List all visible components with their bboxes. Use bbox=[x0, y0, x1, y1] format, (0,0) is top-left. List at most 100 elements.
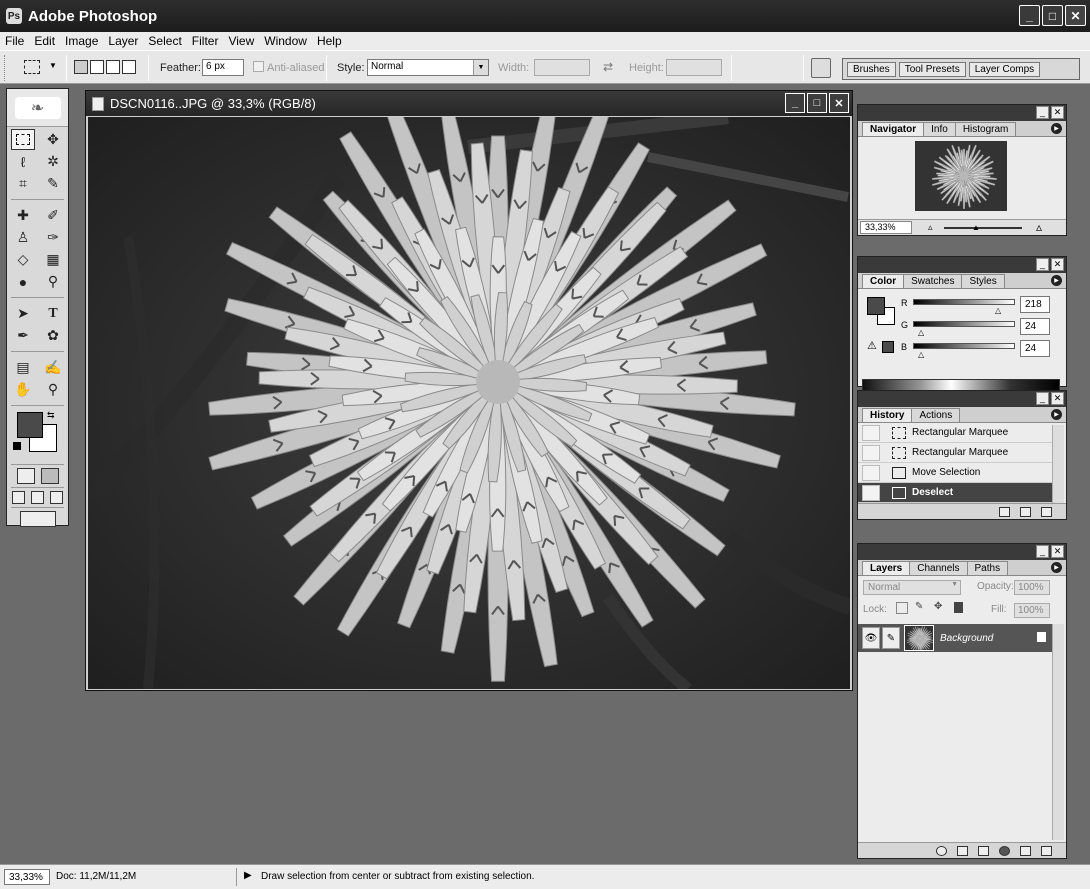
new-group-icon[interactable] bbox=[978, 845, 989, 856]
minimize-button[interactable]: _ bbox=[1019, 5, 1040, 26]
green-slider[interactable] bbox=[913, 321, 1015, 327]
layer-row[interactable]: 👁 ✎ Background bbox=[858, 624, 1052, 652]
marquee-preset-icon[interactable] bbox=[24, 60, 40, 74]
menu-layer[interactable]: Layer bbox=[108, 34, 138, 48]
document-minimize-button[interactable]: _ bbox=[785, 93, 805, 113]
navigator-zoom-input[interactable]: 33,33% bbox=[860, 221, 912, 234]
full-screen-menu-mode-icon[interactable] bbox=[31, 491, 44, 504]
tab-histogram[interactable]: Histogram bbox=[954, 122, 1017, 136]
menu-edit[interactable]: Edit bbox=[34, 34, 55, 48]
green-slider-knob-icon[interactable]: △ bbox=[918, 328, 924, 337]
status-menu-arrow-icon[interactable]: ▶ bbox=[244, 870, 252, 881]
history-source-checkbox[interactable] bbox=[862, 484, 880, 501]
canvas-image[interactable] bbox=[88, 117, 850, 689]
palette-well-tool-presets[interactable]: Tool Presets bbox=[898, 61, 966, 77]
panel-minimize-button[interactable]: _ bbox=[1036, 106, 1049, 119]
panel-minimize-button[interactable]: _ bbox=[1036, 545, 1049, 558]
delete-state-icon[interactable] bbox=[1041, 506, 1052, 517]
history-brush-tool-icon[interactable]: ✑ bbox=[41, 227, 65, 248]
tab-channels[interactable]: Channels bbox=[909, 561, 968, 575]
style-select[interactable]: Normal ▼ bbox=[367, 59, 489, 76]
intersect-selection-icon[interactable] bbox=[122, 60, 136, 74]
document-close-button[interactable]: ✕ bbox=[829, 93, 849, 113]
menu-file[interactable]: File bbox=[5, 34, 24, 48]
lock-image-icon[interactable]: ✎ bbox=[915, 601, 923, 612]
panel-menu-arrow-icon[interactable]: ▶ bbox=[1051, 123, 1062, 134]
gamut-warning-icon[interactable]: ⚠ bbox=[867, 339, 877, 352]
lock-transparent-icon[interactable] bbox=[896, 602, 908, 614]
zoom-tool-icon[interactable]: ⚲ bbox=[41, 379, 65, 400]
rectangular-marquee-tool-icon[interactable] bbox=[11, 129, 35, 150]
tab-paths[interactable]: Paths bbox=[966, 561, 1009, 575]
move-tool-icon[interactable]: ✥ bbox=[41, 129, 65, 150]
lock-position-icon[interactable]: ✥ bbox=[934, 601, 942, 612]
file-browser-icon[interactable] bbox=[811, 58, 831, 78]
history-source-checkbox[interactable] bbox=[862, 444, 880, 461]
custom-shape-tool-icon[interactable]: ✿ bbox=[41, 325, 65, 346]
green-value-input[interactable]: 24 bbox=[1020, 318, 1050, 335]
slice-tool-icon[interactable]: ✎ bbox=[41, 173, 65, 194]
path-selection-tool-icon[interactable]: ➤ bbox=[11, 303, 35, 324]
new-selection-icon[interactable] bbox=[74, 60, 88, 74]
panel-menu-arrow-icon[interactable]: ▶ bbox=[1051, 562, 1062, 573]
history-item[interactable]: Move Selection bbox=[858, 463, 1052, 483]
full-screen-mode-icon[interactable] bbox=[50, 491, 63, 504]
tab-info[interactable]: Info bbox=[923, 122, 956, 136]
history-source-checkbox[interactable] bbox=[862, 424, 880, 441]
panel-minimize-button[interactable]: _ bbox=[1036, 258, 1049, 271]
panel-minimize-button[interactable]: _ bbox=[1036, 392, 1049, 405]
swap-colors-icon[interactable]: ⇆ bbox=[47, 410, 55, 421]
navigator-thumbnail[interactable] bbox=[915, 141, 1007, 211]
new-document-from-state-icon[interactable] bbox=[999, 506, 1010, 517]
dodge-tool-icon[interactable]: ⚲ bbox=[41, 271, 65, 292]
palette-well-brushes[interactable]: Brushes bbox=[847, 61, 896, 77]
panel-header[interactable]: _ ✕ bbox=[858, 257, 1066, 273]
panel-menu-arrow-icon[interactable]: ▶ bbox=[1051, 275, 1062, 286]
feather-input[interactable]: 6 px bbox=[202, 59, 244, 76]
panel-header[interactable]: _ ✕ bbox=[858, 391, 1066, 407]
notes-tool-icon[interactable]: ▤ bbox=[11, 357, 35, 378]
hand-tool-icon[interactable]: ✋ bbox=[11, 379, 35, 400]
adobe-feather-logo-icon[interactable]: ❧ bbox=[14, 96, 61, 119]
history-item-selected[interactable]: Deselect bbox=[858, 483, 1052, 503]
options-bar-grip[interactable] bbox=[4, 55, 7, 81]
layers-scrollbar[interactable] bbox=[1052, 624, 1064, 840]
brush-tool-icon[interactable]: ✐ bbox=[41, 205, 65, 226]
quick-mask-mode-icon[interactable] bbox=[40, 468, 59, 484]
blue-slider[interactable] bbox=[913, 343, 1015, 349]
foreground-color-swatch[interactable] bbox=[17, 412, 43, 438]
history-scrollbar[interactable] bbox=[1052, 425, 1064, 503]
palette-well-layer-comps[interactable]: Layer Comps bbox=[968, 61, 1041, 77]
brush-link-icon[interactable]: ✎ bbox=[882, 627, 900, 649]
menu-help[interactable]: Help bbox=[317, 34, 342, 48]
tab-styles[interactable]: Styles bbox=[961, 274, 1005, 288]
opacity-input[interactable]: 100% bbox=[1014, 580, 1050, 595]
blue-slider-knob-icon[interactable]: △ bbox=[918, 350, 924, 359]
antialiased-checkbox[interactable] bbox=[253, 61, 264, 72]
add-to-selection-icon[interactable] bbox=[90, 60, 104, 74]
maximize-button[interactable]: □ bbox=[1042, 5, 1063, 26]
pen-tool-icon[interactable]: ✒ bbox=[11, 325, 35, 346]
eraser-tool-icon[interactable]: ◇ bbox=[11, 249, 35, 270]
panel-header[interactable]: _ ✕ bbox=[858, 105, 1066, 121]
panel-header[interactable]: _ ✕ bbox=[858, 544, 1066, 560]
document-maximize-button[interactable]: □ bbox=[807, 93, 827, 113]
healing-brush-tool-icon[interactable]: ✚ bbox=[11, 205, 35, 226]
menu-select[interactable]: Select bbox=[148, 34, 181, 48]
gamut-color-swatch[interactable] bbox=[882, 341, 894, 353]
history-item[interactable]: Rectangular Marquee bbox=[858, 423, 1052, 443]
lasso-tool-icon[interactable]: ℓ bbox=[11, 151, 35, 172]
history-source-checkbox[interactable] bbox=[862, 464, 880, 481]
menu-image[interactable]: Image bbox=[65, 34, 98, 48]
standard-screen-mode-icon[interactable] bbox=[12, 491, 25, 504]
document-title-bar[interactable]: DSCN0116..JPG @ 33,3% (RGB/8) _ □ ✕ bbox=[86, 91, 852, 116]
menu-filter[interactable]: Filter bbox=[192, 34, 219, 48]
height-input[interactable] bbox=[666, 59, 722, 76]
color-foreground-swatch[interactable] bbox=[867, 297, 885, 315]
blend-mode-select[interactable]: Normal ▼ bbox=[863, 580, 961, 595]
history-item[interactable]: Rectangular Marquee bbox=[858, 443, 1052, 463]
edit-in-imageready-icon[interactable] bbox=[19, 511, 56, 527]
magic-wand-tool-icon[interactable]: ✲ bbox=[41, 151, 65, 172]
red-slider-knob-icon[interactable]: △ bbox=[995, 306, 1001, 315]
menu-window[interactable]: Window bbox=[264, 34, 307, 48]
